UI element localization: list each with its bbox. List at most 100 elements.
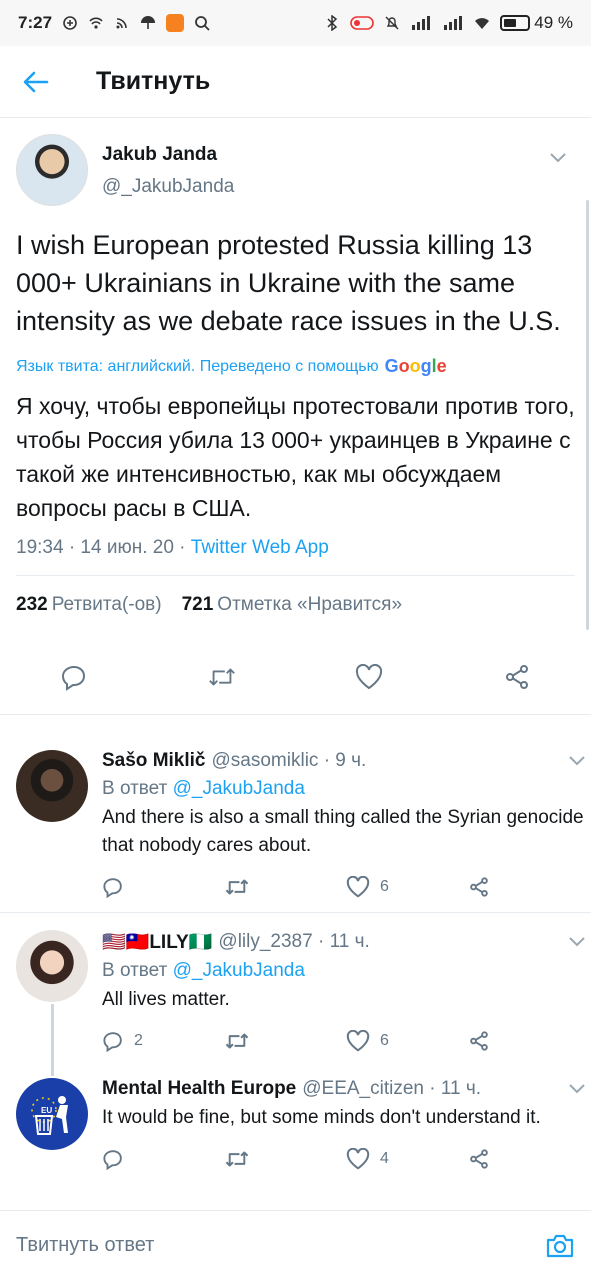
back-arrow-icon: [23, 71, 49, 92]
tweet-meta: 19:34 · 14 июн. 20 · Twitter Web App: [16, 537, 575, 576]
chevron-down-icon[interactable]: [568, 936, 586, 948]
divider: [0, 912, 591, 913]
retweet-button[interactable]: [224, 1030, 346, 1052]
like-button[interactable]: 6: [346, 876, 468, 898]
reply-tweet[interactable]: EU Mental Health Europe @EEA_citizen · 1…: [0, 1078, 591, 1170]
reply-author-handle[interactable]: @EEA_citizen · 11 ч.: [302, 1078, 481, 1100]
hotspot-icon: [89, 17, 103, 29]
tweet-source-link[interactable]: Twitter Web App: [191, 537, 329, 558]
retweet-button[interactable]: [224, 876, 346, 898]
reply-text: All lives matter.: [102, 989, 230, 1010]
like-button[interactable]: 4: [346, 1148, 468, 1170]
heart-icon: [346, 1030, 370, 1052]
eu-bin-logo-icon: EU: [31, 1096, 68, 1135]
likes-count: 721: [181, 594, 214, 615]
retweets-label: Ретвита(-ов): [51, 594, 162, 615]
like-count: 6: [380, 878, 389, 895]
reply-text: It would be fine, but some minds don't u…: [102, 1107, 541, 1128]
chevron-down-icon[interactable]: [568, 755, 586, 767]
reply-to-link[interactable]: @_JakubJanda: [173, 960, 305, 981]
share-icon: [506, 665, 529, 689]
translated-text: Я хочу, чтобы европейцы протестовали про…: [16, 393, 575, 521]
reply-author-name[interactable]: Sašo Miklič: [102, 750, 206, 772]
retweet-icon: [225, 1033, 249, 1049]
likes-stat[interactable]: 721 Отметка «Нравится»: [182, 594, 402, 616]
retweet-button[interactable]: [207, 662, 237, 692]
reply-button[interactable]: 2: [102, 1030, 224, 1052]
reply-button[interactable]: [102, 1148, 224, 1170]
like-button[interactable]: 6: [346, 1030, 468, 1052]
reply-button[interactable]: [59, 662, 89, 692]
battery-saver-icon: [350, 16, 375, 30]
battery-level: 49 %: [534, 13, 573, 32]
author-handle[interactable]: @_JakubJanda: [102, 176, 234, 198]
reply-tweet[interactable]: Sašo Miklič @sasomiklic · 9 ч. В ответ @…: [0, 750, 591, 898]
reply-to-link[interactable]: @_JakubJanda: [173, 778, 305, 799]
like-count: 4: [380, 1150, 389, 1167]
reply-button[interactable]: [102, 876, 224, 898]
share-icon: [470, 1031, 488, 1051]
chevron-down-icon[interactable]: [549, 152, 567, 164]
reply-composer[interactable]: Твитнуть ответ: [0, 1210, 591, 1280]
search-status-icon: [195, 16, 210, 31]
reply-author-name[interactable]: 🇺🇸🇹🇼LILY🇳🇬: [102, 930, 212, 954]
reply-author-handle[interactable]: @lily_2387 · 11 ч.: [218, 931, 369, 953]
reply-text: And there is also a small thing called t…: [102, 807, 584, 856]
page-title: Твитнуть: [96, 67, 211, 95]
tweet-stats: 232 Ретвита(-ов) 721 Отметка «Нравится»: [16, 576, 575, 634]
share-button[interactable]: [468, 876, 590, 898]
share-button[interactable]: [502, 662, 532, 692]
retweets-count: 232: [16, 594, 48, 615]
avatar[interactable]: EU: [16, 1078, 88, 1150]
heart-icon: [346, 876, 370, 898]
signal-icon-2: [444, 16, 463, 30]
avatar[interactable]: [16, 750, 88, 822]
author-name[interactable]: Jakub Janda: [102, 144, 234, 166]
translation-note-text: Язык твита: английский. Переведено с пом…: [16, 357, 379, 375]
reply-context: В ответ @_JakubJanda: [102, 960, 305, 981]
chevron-down-icon[interactable]: [568, 1083, 586, 1095]
settings-notif-icon: [63, 16, 77, 30]
like-button[interactable]: [354, 662, 384, 692]
retweet-icon: [225, 1151, 249, 1167]
back-button[interactable]: [0, 46, 72, 118]
reply-author-handle[interactable]: @sasomiklic · 9 ч.: [212, 750, 367, 772]
app-notification-icon: [166, 14, 185, 32]
rss-icon: [116, 18, 127, 29]
main-tweet: Jakub Janda @_JakubJanda I wish European…: [0, 118, 591, 715]
status-bar: 7:27 49 %: [0, 0, 591, 46]
retweets-stat[interactable]: 232 Ретвита(-ов): [16, 594, 162, 616]
share-icon: [470, 1149, 488, 1169]
likes-label: Отметка «Нравится»: [217, 594, 403, 615]
signal-icon-1: [412, 16, 431, 30]
reply-actions: 2 6: [102, 1030, 590, 1052]
wifi-icon: [475, 18, 490, 29]
reply-icon: [61, 665, 85, 691]
tweet-text: I wish European protested Russia killing…: [16, 230, 561, 336]
avatar[interactable]: [16, 930, 88, 1002]
scrollbar[interactable]: [586, 200, 589, 630]
reply-input[interactable]: Твитнуть ответ: [16, 1234, 154, 1257]
umbrella-icon: [141, 16, 156, 29]
avatar[interactable]: [16, 134, 88, 206]
share-button[interactable]: [468, 1030, 590, 1052]
retweet-icon: [208, 668, 235, 686]
reply-actions: 6: [102, 876, 590, 898]
reply-author-name[interactable]: Mental Health Europe: [102, 1078, 296, 1100]
eu-label: EU: [41, 1106, 52, 1115]
camera-icon[interactable]: [545, 1233, 575, 1259]
battery-indicator: 49 %: [500, 13, 573, 33]
reply-icon: [103, 878, 122, 898]
status-time: 7:27: [18, 13, 53, 32]
tweet-timestamp: 19:34 · 14 июн. 20 ·: [16, 537, 191, 558]
reply-icon: [103, 1032, 122, 1052]
google-logo: Google: [384, 356, 447, 376]
reply-count: 2: [134, 1032, 143, 1049]
bluetooth-icon: [327, 15, 338, 31]
heart-icon: [356, 664, 383, 690]
reply-tweet[interactable]: 🇺🇸🇹🇼LILY🇳🇬 @lily_2387 · 11 ч. В ответ @_…: [0, 930, 591, 1052]
share-button[interactable]: [468, 1148, 590, 1170]
app-header: Твитнуть: [0, 46, 591, 118]
reply-actions: 4: [102, 1148, 590, 1170]
retweet-button[interactable]: [224, 1148, 346, 1170]
